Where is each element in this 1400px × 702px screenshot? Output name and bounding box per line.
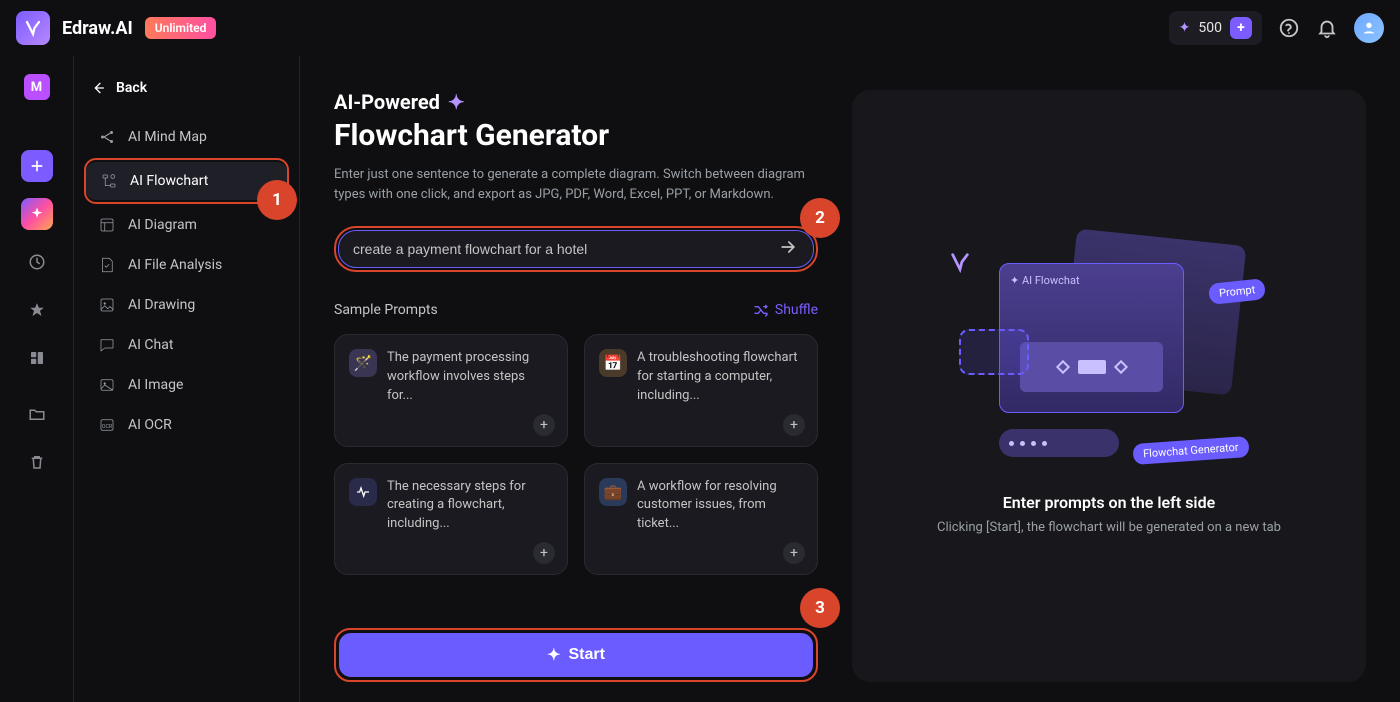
- tool-label: AI Image: [128, 377, 183, 393]
- sparkle-icon: ✦: [448, 90, 465, 114]
- tool-label: AI Mind Map: [128, 129, 207, 145]
- annotation-1: 1: [257, 180, 297, 220]
- shuffle-button[interactable]: Shuffle: [753, 302, 818, 318]
- drawing-icon: [98, 296, 116, 314]
- preview-title: Enter prompts on the left side: [1003, 493, 1215, 512]
- sample-title: Sample Prompts: [334, 302, 438, 318]
- back-label: Back: [116, 80, 147, 96]
- sample-card[interactable]: 📅 A troubleshooting flowchart for starti…: [584, 334, 818, 447]
- sparkle-icon: [949, 251, 971, 278]
- rail-folder-icon[interactable]: [21, 398, 53, 430]
- prompt-input-wrap: 2: [334, 226, 818, 272]
- sample-text: A workflow for resolving customer issues…: [637, 478, 803, 535]
- submit-arrow-icon[interactable]: [778, 237, 798, 261]
- sample-text: The payment processing workflow involves…: [387, 349, 553, 406]
- sample-header: Sample Prompts Shuffle: [334, 302, 818, 318]
- sample-card[interactable]: 💼 A workflow for resolving customer issu…: [584, 463, 818, 576]
- rail-trash-icon[interactable]: [21, 446, 53, 478]
- annotation-2: 2: [800, 198, 840, 238]
- pulse-icon: [349, 478, 377, 506]
- tool-ai-ocr[interactable]: OCR AI OCR: [84, 406, 289, 444]
- rail-template-icon[interactable]: [21, 342, 53, 374]
- add-sample-button[interactable]: +: [783, 542, 805, 564]
- add-sample-button[interactable]: +: [533, 542, 555, 564]
- workspace-badge[interactable]: M: [24, 74, 50, 100]
- tool-panel: Back 1 AI Mind Map AI Flowchart AI Diagr…: [74, 56, 300, 702]
- credits-amount: 500: [1198, 20, 1222, 36]
- bell-icon[interactable]: [1316, 17, 1338, 39]
- add-sample-button[interactable]: +: [533, 414, 555, 436]
- start-button[interactable]: ✦ Start: [339, 633, 813, 677]
- sparkle-icon: ✦: [1179, 20, 1191, 36]
- brand-text: Edraw.AI: [62, 18, 133, 39]
- rail-clock-icon[interactable]: [21, 246, 53, 278]
- illu-text-c: Flowchat Generator: [1133, 436, 1250, 465]
- sample-text: A troubleshooting flowchart for starting…: [637, 349, 803, 406]
- flowchart-icon: [100, 172, 118, 190]
- diagram-icon: [98, 216, 116, 234]
- topbar-left: Edraw.AI Unlimited: [16, 11, 216, 45]
- ocr-icon: OCR: [98, 416, 116, 434]
- sparkle-icon: ✦: [547, 645, 560, 665]
- start-wrap: 3 ✦ Start: [334, 628, 818, 682]
- image-icon: [98, 376, 116, 394]
- main: M Back 1: [0, 56, 1400, 702]
- help-icon[interactable]: [1278, 17, 1300, 39]
- rail-ai-sparkle-icon[interactable]: [21, 198, 53, 230]
- avatar[interactable]: [1354, 13, 1384, 43]
- topbar-right: ✦ 500 +: [1169, 11, 1384, 45]
- preview-subtitle: Clicking [Start], the flowchart will be …: [937, 520, 1281, 535]
- tool-label: AI Drawing: [128, 297, 195, 313]
- tool-label: AI Chat: [128, 337, 173, 353]
- preview-panel: ✦ AI Flowchat Prompt Flowchat Generator: [852, 90, 1366, 682]
- start-label: Start: [568, 646, 604, 664]
- svg-text:OCR: OCR: [102, 424, 113, 430]
- sample-grid: 🪄 The payment processing workflow involv…: [334, 334, 818, 575]
- calendar-icon: 📅: [599, 349, 627, 377]
- tool-ai-chat[interactable]: AI Chat: [84, 326, 289, 364]
- arrow-left-icon: [90, 80, 106, 96]
- tool-label: AI Flowchart: [130, 173, 208, 189]
- sample-card[interactable]: 🪄 The payment processing workflow involv…: [334, 334, 568, 447]
- prompt-input[interactable]: [338, 230, 814, 268]
- left-rail: M: [0, 56, 74, 702]
- wand-icon: 🪄: [349, 349, 377, 377]
- chat-icon: [98, 336, 116, 354]
- mind-map-icon: [98, 128, 116, 146]
- rail-star-icon[interactable]: [21, 294, 53, 326]
- tool-ai-file-analysis[interactable]: AI File Analysis: [84, 246, 289, 284]
- sample-card[interactable]: The necessary steps for creating a flowc…: [334, 463, 568, 576]
- page-title: Flowchart Generator: [334, 118, 818, 153]
- credits-pill: ✦ 500 +: [1169, 11, 1262, 45]
- sample-text: The necessary steps for creating a flowc…: [387, 478, 553, 535]
- page-description: Enter just one sentence to generate a co…: [334, 165, 814, 204]
- add-credits-button[interactable]: +: [1230, 17, 1252, 39]
- back-button[interactable]: Back: [84, 74, 289, 116]
- file-icon: [98, 256, 116, 274]
- add-sample-button[interactable]: +: [783, 414, 805, 436]
- heading-small-text: AI-Powered: [334, 90, 440, 114]
- illu-text-b: Prompt: [1208, 278, 1266, 305]
- logo-icon: [16, 11, 50, 45]
- preview-illustration: ✦ AI Flowchat Prompt Flowchat Generator: [959, 237, 1259, 457]
- unlimited-badge: Unlimited: [145, 17, 217, 39]
- tool-ai-image[interactable]: AI Image: [84, 366, 289, 404]
- tool-ai-drawing[interactable]: AI Drawing: [84, 286, 289, 324]
- heading-small: AI-Powered ✦: [334, 90, 818, 114]
- tool-ai-mind-map[interactable]: AI Mind Map: [84, 118, 289, 156]
- tool-label: AI OCR: [128, 417, 172, 433]
- left-content: AI-Powered ✦ Flowchart Generator Enter j…: [334, 90, 818, 682]
- tool-ai-diagram[interactable]: AI Diagram: [84, 206, 289, 244]
- shuffle-label: Shuffle: [775, 302, 818, 318]
- rail-create-icon[interactable]: [21, 150, 53, 182]
- illu-text-a: AI Flowchat: [1022, 274, 1080, 287]
- briefcase-icon: 💼: [599, 478, 627, 506]
- tool-label: AI File Analysis: [128, 257, 222, 273]
- annotation-3: 3: [800, 588, 840, 628]
- content-area: AI-Powered ✦ Flowchart Generator Enter j…: [300, 56, 1400, 702]
- topbar: Edraw.AI Unlimited ✦ 500 +: [0, 0, 1400, 56]
- tool-label: AI Diagram: [128, 217, 197, 233]
- shuffle-icon: [753, 302, 769, 318]
